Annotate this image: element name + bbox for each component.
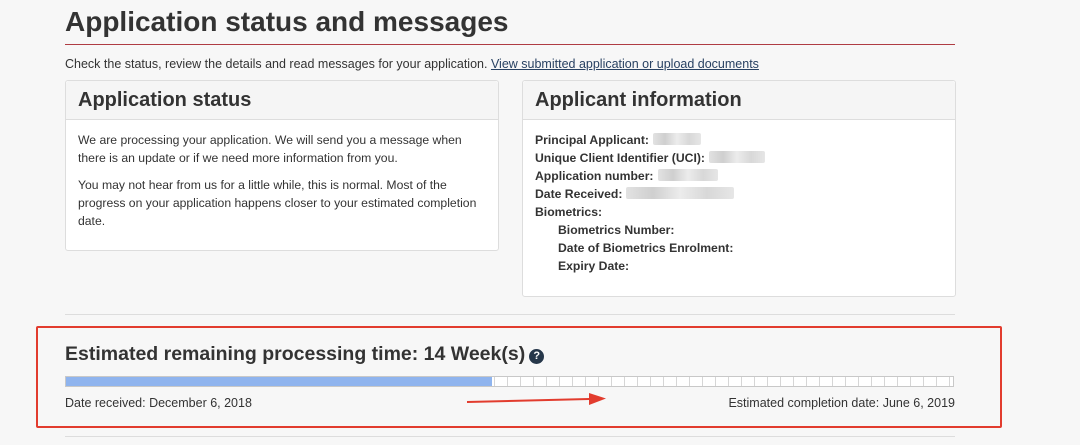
title-divider	[65, 44, 955, 45]
processing-progress-bar	[65, 376, 954, 387]
page-title: Application status and messages	[65, 6, 509, 37]
annotation-arrow-icon	[466, 393, 606, 405]
processing-time-heading: Estimated remaining processing time: 14 …	[65, 343, 545, 366]
biometrics-enrolment-row: Date of Biometrics Enrolment:	[535, 239, 943, 257]
processing-time-text: Estimated remaining processing time: 14 …	[65, 343, 526, 365]
application-status-panel: Application status We are processing you…	[65, 80, 499, 251]
progress-bar-fill	[66, 377, 492, 386]
date-received-row: Date Received:	[535, 185, 943, 203]
bottom-divider	[65, 436, 955, 437]
biometrics-number-row: Biometrics Number:	[535, 221, 943, 239]
date-received-label: Date Received:	[535, 187, 623, 201]
date-received-text: Date received: December 6, 2018	[65, 396, 252, 410]
application-number-label: Application number:	[535, 169, 654, 183]
redacted-principal-applicant	[653, 133, 701, 145]
uci-row: Unique Client Identifier (UCI):	[535, 149, 943, 167]
intro-text: Check the status, review the details and…	[65, 57, 488, 71]
question-circle-icon[interactable]: ?	[529, 349, 545, 364]
application-status-body: We are processing your application. We w…	[66, 120, 498, 230]
biometrics-label: Biometrics:	[535, 205, 603, 219]
section-divider	[65, 314, 955, 315]
completion-date-text: Estimated completion date: June 6, 2019	[728, 396, 955, 410]
expiry-date-label: Expiry Date:	[558, 259, 630, 273]
applicant-information-panel: Applicant information Principal Applican…	[522, 80, 956, 297]
intro-line: Check the status, review the details and…	[65, 57, 759, 71]
status-paragraph-2: You may not hear from us for a little wh…	[78, 178, 477, 228]
redacted-date-received	[626, 187, 735, 199]
biometrics-row: Biometrics:	[535, 203, 943, 221]
principal-applicant-row: Principal Applicant:	[535, 131, 943, 149]
redacted-uci	[708, 151, 765, 163]
expiry-date-row: Expiry Date:	[535, 257, 943, 275]
principal-applicant-label: Principal Applicant:	[535, 133, 649, 147]
application-number-row: Application number:	[535, 167, 943, 185]
applicant-information-heading: Applicant information	[523, 81, 955, 120]
redacted-application-number	[657, 169, 718, 181]
biometrics-enrolment-label: Date of Biometrics Enrolment:	[558, 241, 734, 255]
view-application-link[interactable]: View submitted application or upload doc…	[491, 57, 759, 71]
status-paragraph-1: We are processing your application. We w…	[78, 133, 462, 165]
application-status-heading: Application status	[66, 81, 498, 120]
biometrics-number-label: Biometrics Number:	[558, 223, 675, 237]
uci-label: Unique Client Identifier (UCI):	[535, 151, 705, 165]
applicant-information-body: Principal Applicant: Unique Client Ident…	[523, 120, 955, 275]
